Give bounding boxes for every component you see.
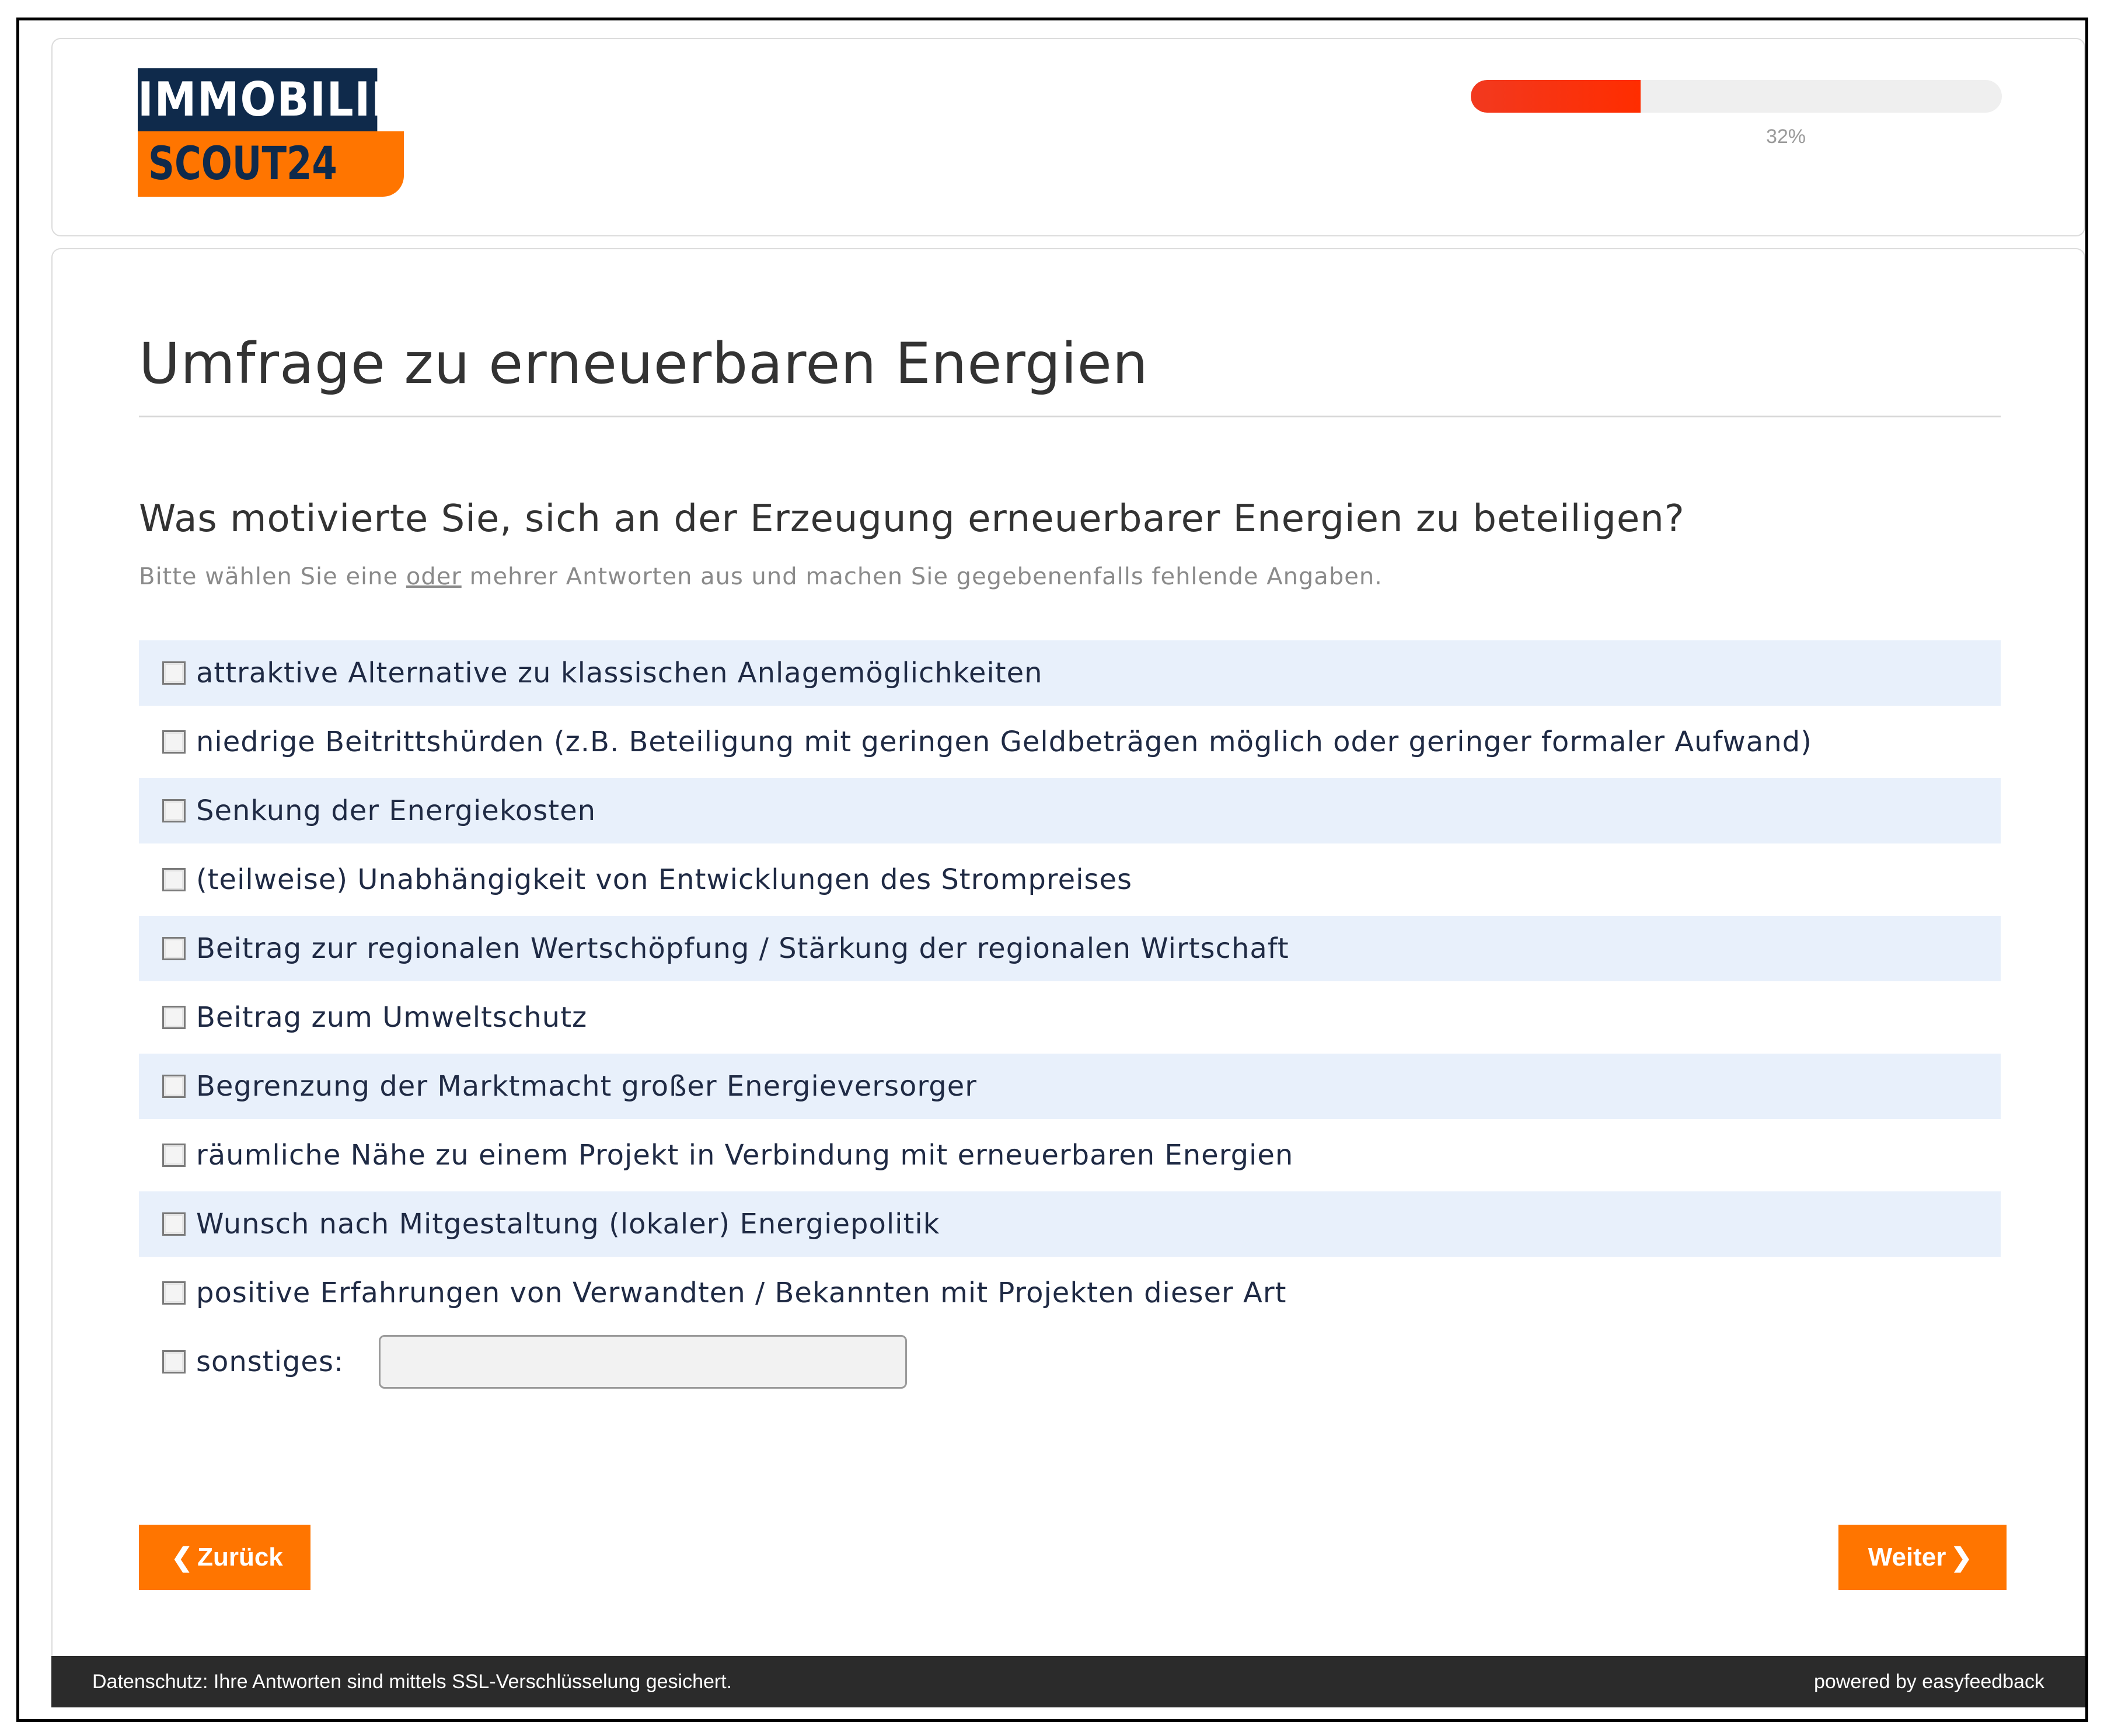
answer-option-label: (teilweise) Unabhängigkeit von Entwicklu… xyxy=(196,863,1132,896)
privacy-notice: Datenschutz: Ihre Antworten sind mittels… xyxy=(92,1670,732,1693)
answer-option[interactable]: (teilweise) Unabhängigkeit von Entwicklu… xyxy=(139,847,2001,912)
hint-text-end: mehrer Antworten aus und machen Sie gege… xyxy=(461,563,1383,590)
answer-option-label: positive Erfahrungen von Verwandten / Be… xyxy=(196,1277,1287,1309)
back-button[interactable]: ❮ Zurück xyxy=(139,1525,310,1590)
answer-option[interactable]: Beitrag zum Umweltschutz xyxy=(139,985,2001,1050)
answer-option[interactable]: niedrige Beitrittshürden (z.B. Beteiligu… xyxy=(139,709,2001,775)
hint-text-underlined: oder xyxy=(406,563,462,590)
answer-option[interactable]: Begrenzung der Marktmacht großer Energie… xyxy=(139,1054,2001,1119)
progress-bar xyxy=(1471,80,2002,113)
checkbox-other[interactable] xyxy=(162,1350,186,1374)
checkbox[interactable] xyxy=(162,868,186,891)
logo-text-bottom: SCOUT24 xyxy=(138,131,404,197)
answer-option[interactable]: attraktive Alternative zu klassischen An… xyxy=(139,640,2001,706)
next-button[interactable]: Weiter ❯ xyxy=(1838,1525,2007,1590)
title-divider xyxy=(139,416,2001,417)
other-text-input[interactable] xyxy=(379,1335,908,1389)
chevron-left-icon: ❮ xyxy=(171,1543,193,1572)
progress-bar-fill xyxy=(1471,80,1641,113)
survey-title: Umfrage zu erneuerbaren Energien xyxy=(139,331,1149,396)
powered-by: powered by easyfeedback xyxy=(1813,1670,2044,1693)
answer-option-label: attraktive Alternative zu klassischen An… xyxy=(196,657,1043,689)
progress-percent: 32% xyxy=(1765,126,1806,148)
survey-card: Umfrage zu erneuerbaren Energien Was mot… xyxy=(51,248,2085,1672)
immobilienscout24-logo: IMMOBILIEN SCOUT24 xyxy=(138,68,436,197)
checkbox[interactable] xyxy=(162,1212,186,1236)
checkbox[interactable] xyxy=(162,1144,186,1167)
checkbox[interactable] xyxy=(162,799,186,822)
footer: Datenschutz: Ihre Antworten sind mittels… xyxy=(51,1656,2085,1707)
question-hint: Bitte wählen Sie eine oder mehrer Antwor… xyxy=(139,563,1383,590)
answer-option-label: Senkung der Energiekosten xyxy=(196,794,596,827)
page-frame: IMMOBILIEN SCOUT24 32% Umfrage zu erneue… xyxy=(16,18,2088,1722)
answer-option-label: Begrenzung der Marktmacht großer Energie… xyxy=(196,1070,978,1103)
hint-text-start: Bitte wählen Sie eine xyxy=(139,563,406,590)
checkbox[interactable] xyxy=(162,1281,186,1305)
checkbox[interactable] xyxy=(162,661,186,685)
answer-option-label: Beitrag zur regionalen Wertschöpfung / S… xyxy=(196,932,1289,965)
answer-option-label: Beitrag zum Umweltschutz xyxy=(196,1001,588,1034)
answer-option[interactable]: positive Erfahrungen von Verwandten / Be… xyxy=(139,1260,2001,1326)
checkbox[interactable] xyxy=(162,937,186,960)
answer-options: attraktive Alternative zu klassischen An… xyxy=(139,640,2001,1398)
answer-option-label: räumliche Nähe zu einem Projekt in Verbi… xyxy=(196,1139,1294,1172)
answer-option-label: niedrige Beitrittshürden (z.B. Beteiligu… xyxy=(196,726,1812,758)
back-button-label: Zurück xyxy=(197,1543,283,1571)
header: IMMOBILIEN SCOUT24 32% xyxy=(51,38,2085,236)
question-text: Was motivierte Sie, sich an der Erzeugun… xyxy=(139,497,1685,541)
logo-text-top: IMMOBILIEN xyxy=(138,68,436,131)
answer-option[interactable]: räumliche Nähe zu einem Projekt in Verbi… xyxy=(139,1123,2001,1188)
checkbox[interactable] xyxy=(162,1075,186,1098)
answer-option[interactable]: Wunsch nach Mitgestaltung (lokaler) Ener… xyxy=(139,1191,2001,1257)
answer-option[interactable]: Beitrag zur regionalen Wertschöpfung / S… xyxy=(139,916,2001,981)
chevron-right-icon: ❯ xyxy=(1951,1543,1973,1572)
checkbox[interactable] xyxy=(162,1006,186,1029)
answer-option-label: Wunsch nach Mitgestaltung (lokaler) Ener… xyxy=(196,1208,940,1240)
answer-option-other: sonstiges: xyxy=(139,1329,2001,1395)
checkbox[interactable] xyxy=(162,730,186,754)
next-button-label: Weiter xyxy=(1868,1543,1946,1571)
logo-text-bottom-label: SCOUT24 xyxy=(148,138,337,190)
other-label: sonstiges: xyxy=(196,1345,344,1378)
answer-option[interactable]: Senkung der Energiekosten xyxy=(139,778,2001,843)
